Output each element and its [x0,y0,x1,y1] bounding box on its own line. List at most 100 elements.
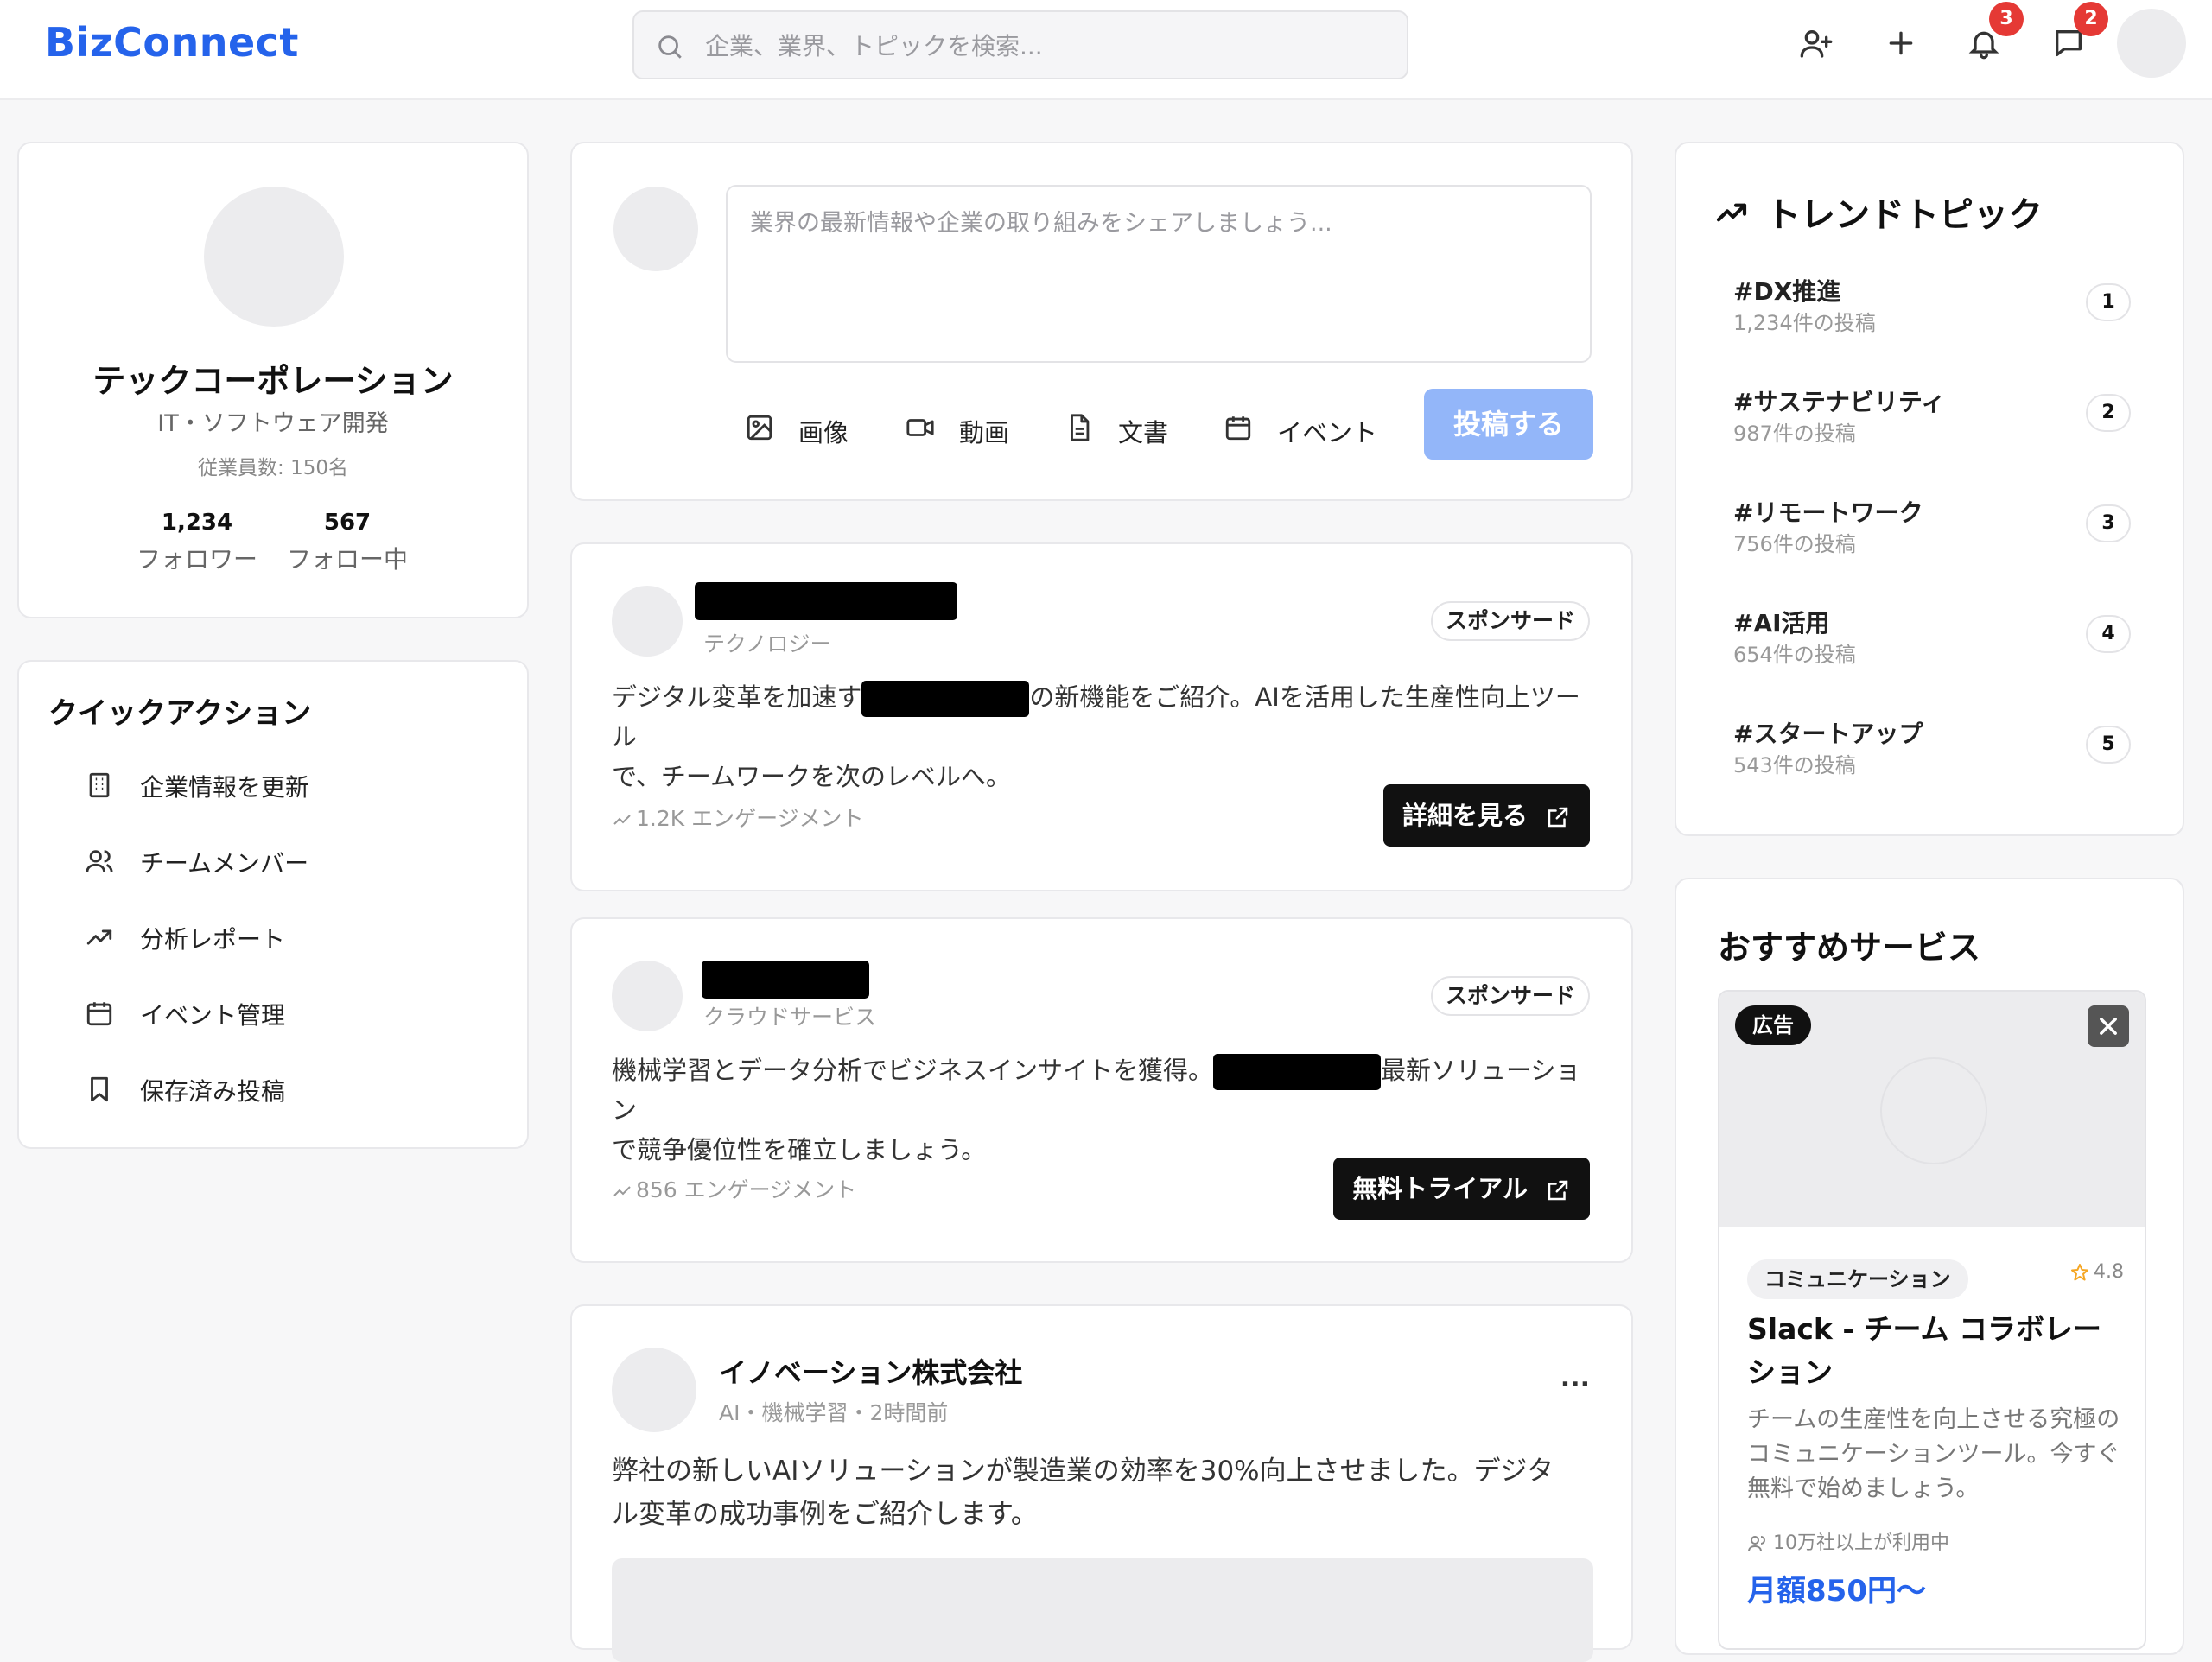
post-author-avatar[interactable] [612,586,683,657]
add-event-button[interactable]: イベント [1224,403,1396,451]
trending-topic-item[interactable]: #DX推進 1,234件の投稿 1 [1733,273,2131,368]
topic-tag: #サステナビリティ [1733,388,1946,416]
post-composer-card: 画像 動画 文書 イベント 投稿する [570,142,1633,501]
search-input[interactable] [703,12,1381,79]
search-icon [655,32,684,61]
topic-rank-badge: 5 [2086,726,2131,764]
external-link-icon [1545,804,1571,830]
add-image-label: 画像 [798,418,849,447]
trending-up-icon [1714,195,1749,230]
quick-action-team-members[interactable]: チームメンバー [47,831,496,890]
recommended-services-title: おすすめサービス [1718,929,1981,967]
post-author-name[interactable]: イノベーション株式会社 [719,1351,1022,1391]
image-placeholder-icon [1880,1057,1987,1164]
following-stat[interactable]: 567 フォロー中 [270,510,425,575]
more-options-button[interactable]: ... [1560,1363,1590,1393]
post-text: で、チームワークを次のレベルへ。 [612,762,1011,791]
notification-badge: 3 [1989,2,2024,36]
bookmark-icon [85,1075,114,1104]
post-composer-input[interactable] [726,185,1592,363]
add-image-button[interactable]: 画像 [745,403,874,451]
engagement-text: 856 エンゲージメント [636,1177,857,1202]
service-description: チームの生産性を向上させる究極のコミュニケーションツール。今すぐ無料で始めましょ… [1747,1406,2120,1502]
post-category: テクノロジー [703,631,832,657]
add-video-button[interactable]: 動画 [906,403,1035,451]
quick-action-label: 保存済み投稿 [140,1077,286,1106]
trending-up-icon [612,809,632,830]
topic-post-count: 987件の投稿 [1733,422,1856,446]
post-text: 弊社の新しいAIソリューションが製造業の効率を30%向上させました。デジタ [612,1456,1554,1487]
followers-stat[interactable]: 1,234 フォロワー [119,510,275,575]
topic-post-count: 654件の投稿 [1733,643,1856,667]
trending-topic-item[interactable]: #スタートアップ 543件の投稿 5 [1733,715,2131,810]
trending-topics-card: トレンドトピック #DX推進 1,234件の投稿 1 #サステナビリティ 987… [1675,142,2184,836]
service-name[interactable]: Slack - チーム コラボレーション [1747,1308,2119,1394]
trending-topic-item[interactable]: #AI活用 654件の投稿 4 [1733,605,2131,700]
add-document-button[interactable]: 文書 [1065,403,1194,451]
topic-tag: #AI活用 [1733,609,1830,638]
quick-action-analytics-report[interactable]: 分析レポート [47,907,496,966]
service-price: 月額850円〜 [1747,1574,1926,1608]
post-author-avatar[interactable] [612,1348,696,1432]
post-text: 機械学習とデータ分析でビジネスインサイトを獲得。 [612,1056,1214,1085]
post-text: デジタル変革を加速す [612,682,862,712]
plus-icon[interactable] [1884,26,1918,60]
company-employees: 従業員数: 150名 [198,457,348,479]
company-avatar[interactable] [204,187,344,327]
post-meta: AI・機械学習・2時間前 [719,1400,949,1425]
users-icon [1747,1533,1768,1554]
post-text: で競争優位性を確立しましょう。 [612,1135,987,1164]
image-icon [745,413,774,442]
quick-action-saved-posts[interactable]: 保存済み投稿 [47,1059,496,1118]
quick-actions-title: クイックアクション [48,696,312,731]
building-icon [85,771,114,800]
following-label: フォロー中 [286,545,408,574]
followers-count: 1,234 [161,510,233,536]
quick-action-label: 分析レポート [140,925,286,954]
post-body: 機械学習とデータ分析でビジネスインサイトを獲得。 最新ソリューション で競争優位性… [612,1050,1597,1170]
composer-avatar [613,187,698,271]
message-badge: 2 [2074,2,2108,36]
cta-label: 詳細を見る [1402,801,1528,830]
feed-post: イノベーション株式会社 AI・機械学習・2時間前 ... 弊社の新しいAIソリュ… [570,1304,1633,1662]
post-category: クラウドサービス [703,1005,877,1030]
quick-action-label: チームメンバー [140,849,309,878]
quick-action-label: 企業情報を更新 [140,773,310,802]
search-bar[interactable] [632,10,1408,79]
redacted-author-name [702,961,869,999]
topic-rank-badge: 3 [2086,504,2131,542]
rating-value: 4.8 [2094,1261,2124,1283]
add-video-label: 動画 [959,418,1010,447]
calendar-icon [1224,413,1253,442]
add-document-label: 文書 [1118,418,1169,447]
user-avatar[interactable] [2117,9,2186,78]
quick-action-update-company[interactable]: 企業情報を更新 [47,755,496,814]
sponsored-badge: スポンサード [1431,976,1590,1016]
post-body: 弊社の新しいAIソリューションが製造業の効率を30%向上させました。デジタ ル変… [612,1449,1597,1536]
post-text: ル変革の成功事例をご紹介します。 [612,1499,1038,1530]
post-image[interactable] [612,1558,1593,1662]
quick-actions-card: クイックアクション 企業情報を更新 チームメンバー 分析レポート イベント管理 … [17,660,529,1149]
engagement-text: 1.2K エンゲージメント [636,806,864,831]
trending-topic-item[interactable]: #リモートワーク 756件の投稿 3 [1733,494,2131,589]
post-author-avatar[interactable] [612,961,683,1031]
service-ad-card[interactable]: 広告 コミュニケーション 4.8 Slack - チーム コラボレーション チー… [1718,990,2146,1650]
add-connection-icon[interactable] [1799,26,1834,60]
trending-topics-title: トレンドトピック [1766,195,2043,235]
document-icon [1065,413,1094,442]
ad-badge: 広告 [1735,1005,1811,1045]
view-details-button[interactable]: 詳細を見る [1382,784,1590,847]
trending-topic-item[interactable]: #サステナビリティ 987件の投稿 2 [1733,384,2131,479]
submit-post-button[interactable]: 投稿する [1424,389,1593,460]
close-ad-button[interactable] [2088,1005,2129,1047]
redacted-author-name [695,582,957,620]
trending-up-icon [612,1181,632,1202]
app-logo[interactable]: BizConnect [45,19,299,66]
free-trial-button[interactable]: 無料トライアル [1333,1158,1590,1220]
topic-post-count: 756件の投稿 [1733,532,1856,556]
company-name[interactable]: テックコーポレーション [19,354,527,402]
add-event-label: イベント [1277,418,1378,447]
engagement-stat: 856 エンゲージメント [612,1173,856,1204]
topic-rank-badge: 1 [2086,283,2131,321]
quick-action-event-management[interactable]: イベント管理 [47,983,496,1042]
